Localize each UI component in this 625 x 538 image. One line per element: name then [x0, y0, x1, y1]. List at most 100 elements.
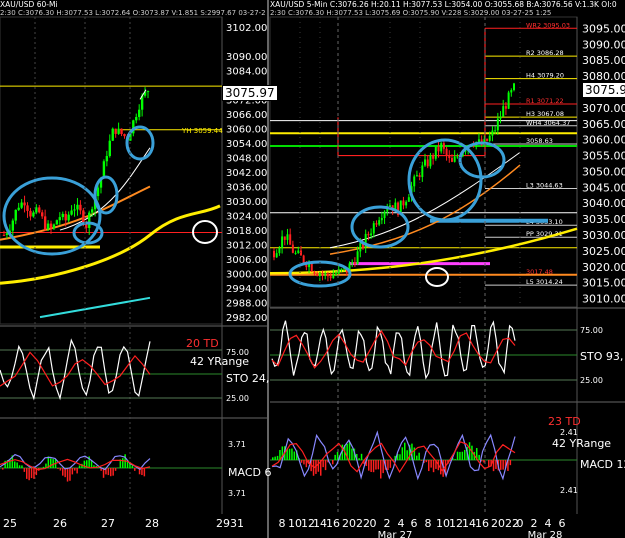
- right-macd-bar: [274, 456, 276, 460]
- right-x-tick: 4: [398, 517, 405, 530]
- right-level-label: R2 3086.28: [526, 49, 564, 57]
- left-price-tick: 3012.00: [226, 241, 267, 252]
- right-candle-body: [437, 146, 440, 152]
- right-candle-body: [286, 234, 289, 240]
- right-x-tick: 2: [384, 517, 391, 530]
- left-candle-body: [41, 212, 44, 217]
- left-candle-body: [70, 210, 73, 215]
- right-candle-body: [332, 274, 335, 279]
- left-candle-body: [108, 140, 111, 156]
- left-macd-bar: [30, 468, 33, 479]
- left-candle-body: [17, 207, 20, 210]
- right-candle-body: [456, 156, 459, 158]
- left-sto-level-25: 25.00: [226, 394, 249, 403]
- right-candle-body: [326, 273, 329, 277]
- left-price-tick: 3102.00: [226, 23, 267, 34]
- right-candle-body: [440, 143, 443, 152]
- right-candle-body: [442, 143, 445, 149]
- left-candle-body: [79, 204, 82, 211]
- left-candle-body: [123, 134, 126, 137]
- right-x-tick: 8: [425, 517, 432, 530]
- right-candle-body: [380, 217, 383, 221]
- right-price-tick: 3095.00: [582, 22, 625, 35]
- left-macd-bar: [76, 468, 78, 474]
- left-candle-body: [88, 212, 91, 228]
- right-macd-level-top: 2.41: [560, 428, 578, 437]
- left-macd-bar: [52, 459, 54, 468]
- right-x-tick: 2022: [342, 517, 370, 530]
- left-macd-bar: [122, 458, 124, 468]
- right-candle-body: [329, 276, 332, 279]
- right-macd-bar: [428, 460, 430, 472]
- right-macd-bar: [368, 460, 370, 471]
- right-candle-body: [510, 90, 513, 93]
- right-macd-bar: [488, 460, 490, 468]
- left-candle-body: [46, 223, 50, 230]
- right-candle-body: [429, 155, 432, 167]
- right-candle-body: [299, 250, 302, 256]
- right-macd-bar: [348, 441, 351, 460]
- left-candle-body: [14, 209, 17, 221]
- left-macd-label: MACD 6: [228, 466, 272, 479]
- right-price-tick: 3090.00: [582, 38, 625, 51]
- left-sto-k: [0, 338, 151, 401]
- right-price-tick: 3065.00: [582, 118, 625, 131]
- right-price-tick: 3050.00: [582, 165, 625, 178]
- right-candle-body: [407, 197, 410, 202]
- left-candle-body: [61, 213, 64, 218]
- right-price-tick: 3085.00: [582, 54, 625, 67]
- right-macd-bar: [334, 454, 336, 460]
- left-macd-bar: [42, 466, 45, 468]
- right-candle-body: [448, 155, 451, 159]
- right-candle-body: [499, 116, 502, 119]
- left-sto-td: 20 TD: [186, 337, 219, 350]
- left-candle-body: [117, 128, 120, 134]
- right-candle-body: [324, 273, 327, 275]
- right-chart-subheader: 2:30 C:3076.30 H:3077.53 L:3075.69 O:307…: [270, 9, 552, 17]
- right-macd-bar: [483, 460, 485, 463]
- left-price-tick: 3042.00: [226, 168, 267, 179]
- right-macd-bar: [454, 459, 456, 460]
- left-macd-bar: [117, 467, 119, 468]
- left-price-tick: 2994.00: [226, 284, 267, 295]
- right-x-tick: 8: [279, 517, 286, 530]
- right-macd-bar: [300, 460, 303, 463]
- left-macd-level-bottom: 3.71: [228, 489, 246, 498]
- left-macd-bar: [2, 468, 4, 470]
- charts-canvas: 3102.003090.003084.003072.003066.003060.…: [0, 0, 625, 538]
- left-candle-body: [20, 202, 23, 208]
- right-candle-body: [424, 159, 427, 166]
- right-price-tick: 3030.00: [582, 229, 625, 242]
- left-macd-bar: [131, 465, 134, 468]
- right-level-label: H4 3079.20: [526, 72, 564, 80]
- right-candle-body: [432, 155, 435, 159]
- right-candle-body: [353, 262, 356, 265]
- right-candle-body: [418, 175, 421, 178]
- left-macd-level-top: 3.71: [228, 440, 246, 449]
- right-macd-bar: [322, 460, 324, 468]
- right-macd-bar: [495, 460, 497, 469]
- right-price-tick: 3060.00: [582, 134, 625, 147]
- left-candle-body: [64, 213, 67, 221]
- right-price-tick: 3035.00: [582, 213, 625, 226]
- right-x-tick: 10: [436, 517, 450, 530]
- right-macd-bar: [416, 455, 418, 460]
- left-x-tick: 2931: [216, 517, 244, 530]
- right-candle-body: [453, 156, 456, 162]
- left-x-tick: 27: [101, 517, 115, 530]
- right-macd-bar: [502, 460, 504, 470]
- right-macd-level-bottom: 2.41: [560, 486, 578, 495]
- right-sto-k: [271, 320, 516, 380]
- left-candle-body: [135, 117, 138, 121]
- right-level-label: WR2 3095.03: [526, 21, 570, 29]
- right-macd-bar: [382, 460, 384, 474]
- right-macd-bar: [432, 460, 435, 473]
- right-level-label: L5 3014.24: [526, 278, 563, 286]
- right-macd-bar: [389, 460, 392, 468]
- right-macd-bar: [401, 447, 404, 460]
- left-macd-bar: [78, 465, 81, 468]
- left-x-tick: 25: [3, 517, 17, 530]
- right-level-label: L3 3044.63: [526, 182, 563, 190]
- right-macd-range: 42 YRange: [552, 437, 612, 450]
- right-macd-bar: [272, 457, 274, 460]
